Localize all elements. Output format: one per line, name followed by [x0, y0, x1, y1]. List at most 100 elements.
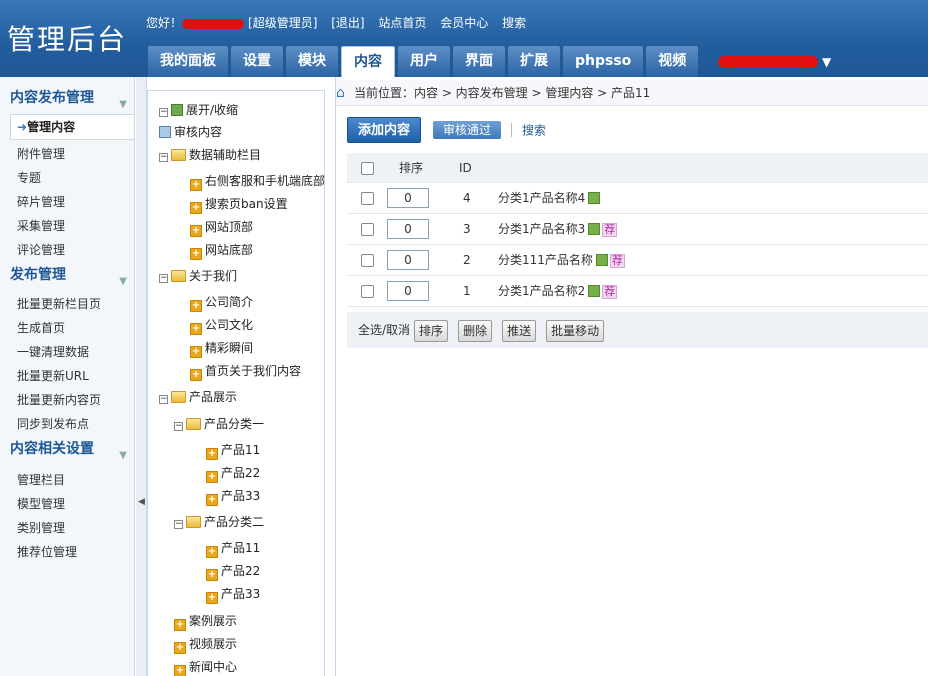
- add-content-button[interactable]: 添加内容: [347, 117, 422, 143]
- minus-icon: −: [174, 421, 183, 431]
- sort-button[interactable]: 排序: [414, 319, 449, 342]
- tree-node[interactable]: + 公司文化: [190, 316, 253, 335]
- sidebar-item-model-manage[interactable]: 模型管理: [0, 492, 134, 516]
- sidebar-item-clean-data[interactable]: 一键清理数据: [0, 340, 134, 364]
- row-checkbox[interactable]: [361, 254, 374, 267]
- push-button[interactable]: 推送: [502, 319, 537, 342]
- row-checkbox[interactable]: [361, 223, 374, 236]
- tab-my-panel[interactable]: 我的面板: [148, 46, 228, 77]
- tree-toggle[interactable]: − 展开/收缩: [159, 101, 238, 119]
- table-row[interactable]: 0 1 分类1产品名称2 荐: [347, 276, 928, 307]
- table-row[interactable]: 0 2 分类111产品名称荐: [347, 245, 928, 276]
- search-link[interactable]: 搜索: [522, 124, 546, 138]
- sidebar-section-content-publish[interactable]: 内容发布管理 ▼: [0, 85, 134, 111]
- tree-node[interactable]: + 精彩瞬间: [190, 339, 253, 358]
- sidebar-item-sync-publish[interactable]: 同步到发布点: [0, 412, 134, 436]
- tree-review[interactable]: 审核内容: [159, 123, 222, 141]
- tree-node[interactable]: − 数据辅助栏目: [159, 146, 261, 164]
- recommend-badge: 荐: [609, 254, 625, 268]
- header-search-link[interactable]: 搜索: [502, 16, 526, 30]
- tab-modules[interactable]: 模块: [286, 46, 338, 77]
- tree-node[interactable]: + 视频展示: [174, 635, 237, 654]
- batch-move-button[interactable]: 批量移动: [546, 319, 605, 342]
- sidebar-item-update-category[interactable]: 批量更新栏目页: [0, 292, 134, 316]
- sidebar-item-collect[interactable]: 采集管理: [0, 214, 134, 238]
- tabs-dropdown-icon[interactable]: ▼: [822, 55, 831, 69]
- category-tree: − 展开/收缩 审核内容 − 数据辅助栏目 + 右侧客服和手机端底部 + 搜索页ban设…: [147, 90, 325, 676]
- row-title[interactable]: 分类1产品名称4: [498, 183, 601, 213]
- plus-icon: +: [190, 300, 202, 312]
- tree-node[interactable]: + 产品22: [206, 464, 260, 483]
- order-input[interactable]: 0: [387, 250, 429, 270]
- logout-link[interactable]: [退出]: [331, 16, 364, 30]
- plus-icon: +: [174, 642, 186, 654]
- tab-interface[interactable]: 界面: [453, 46, 505, 77]
- select-all-toggle[interactable]: 全选/取消: [358, 323, 410, 337]
- tree-node[interactable]: + 网站顶部: [190, 218, 253, 237]
- image-icon: [588, 285, 601, 297]
- approved-button[interactable]: 审核通过: [433, 121, 502, 139]
- tree-node[interactable]: − 关于我们: [159, 267, 237, 285]
- recommend-badge: 荐: [602, 285, 618, 299]
- sidebar-item-update-content[interactable]: 批量更新内容页: [0, 388, 134, 412]
- tab-phpsso[interactable]: phpsso: [563, 46, 644, 77]
- sidebar-item-comments[interactable]: 评论管理: [0, 238, 134, 262]
- tree-node[interactable]: + 产品33: [206, 585, 260, 604]
- sidebar-item-manage-content[interactable]: ➜管理内容: [10, 114, 134, 140]
- sidebar-section-content-settings[interactable]: 内容相关设置 ▼: [0, 436, 134, 462]
- folder-icon: [171, 270, 186, 282]
- collapse-arrow-icon: ▼: [119, 276, 127, 287]
- delete-button[interactable]: 删除: [458, 319, 493, 342]
- member-center-link[interactable]: 会员中心: [440, 16, 488, 30]
- sidebar-item-attachments[interactable]: 附件管理: [0, 142, 134, 166]
- table-row[interactable]: 0 4 分类1产品名称4: [347, 183, 928, 214]
- tree-node[interactable]: + 网站底部: [190, 241, 253, 260]
- tree-node[interactable]: + 搜索页ban设置: [190, 195, 288, 214]
- tree-node[interactable]: + 新闻中心: [174, 658, 237, 676]
- row-checkbox[interactable]: [361, 285, 374, 298]
- minus-icon: −: [159, 107, 168, 117]
- order-input[interactable]: 0: [387, 188, 429, 208]
- tree-node[interactable]: − 产品分类一: [174, 415, 264, 433]
- tab-users[interactable]: 用户: [398, 46, 450, 77]
- tree-node[interactable]: + 右侧客服和手机端底部: [190, 172, 324, 191]
- sidebar-item-position-manage[interactable]: 推荐位管理: [0, 540, 134, 564]
- tab-extend[interactable]: 扩展: [508, 46, 560, 77]
- app-logo: 管理后台: [7, 23, 128, 56]
- table-row[interactable]: 0 3 分类1产品名称3 荐: [347, 214, 928, 245]
- site-home-link[interactable]: 站点首页: [378, 16, 426, 30]
- sidebar-item-type-manage[interactable]: 类别管理: [0, 516, 134, 540]
- sidebar-item-manage-category[interactable]: 管理栏目: [0, 468, 134, 492]
- tree-node[interactable]: + 产品33: [206, 487, 260, 506]
- tree-node[interactable]: + 公司简介: [190, 293, 253, 312]
- tree-node[interactable]: + 产品11: [206, 539, 260, 558]
- row-title[interactable]: 分类1产品名称2 荐: [498, 276, 618, 306]
- home-icon[interactable]: ⌂: [336, 80, 345, 106]
- sidebar-collapse-handle[interactable]: ◀: [136, 77, 147, 676]
- plus-icon: +: [206, 471, 218, 483]
- tab-content[interactable]: 内容: [341, 46, 395, 77]
- select-all-checkbox[interactable]: [361, 162, 374, 175]
- tab-video[interactable]: 视频: [646, 46, 699, 77]
- sidebar-item-fragments[interactable]: 碎片管理: [0, 190, 134, 214]
- redacted-tabs: [718, 56, 818, 68]
- tree-node[interactable]: + 产品11: [206, 441, 260, 460]
- sidebar-section-publish[interactable]: 发布管理 ▼: [0, 262, 134, 288]
- row-title[interactable]: 分类111产品名称荐: [498, 245, 625, 275]
- tree-node[interactable]: − 产品分类二: [174, 513, 264, 531]
- order-input[interactable]: 0: [387, 219, 429, 239]
- row-checkbox[interactable]: [361, 192, 374, 205]
- sidebar-item-generate-home[interactable]: 生成首页: [0, 316, 134, 340]
- greeting-text: 您好！ [超级管理员]: [146, 16, 318, 30]
- tree-node[interactable]: + 产品22: [206, 562, 260, 581]
- sidebar-item-special[interactable]: 专题: [0, 166, 134, 190]
- tree-node[interactable]: + 首页关于我们内容: [190, 362, 301, 381]
- tree-node[interactable]: − 产品展示: [159, 388, 237, 406]
- tab-settings[interactable]: 设置: [231, 46, 283, 77]
- plus-icon: +: [190, 323, 202, 335]
- monitor-icon: [159, 126, 171, 138]
- sidebar-item-update-url[interactable]: 批量更新URL: [0, 364, 134, 388]
- order-input[interactable]: 0: [387, 281, 429, 301]
- tree-node[interactable]: + 案例展示: [174, 612, 237, 631]
- row-title[interactable]: 分类1产品名称3 荐: [498, 214, 618, 244]
